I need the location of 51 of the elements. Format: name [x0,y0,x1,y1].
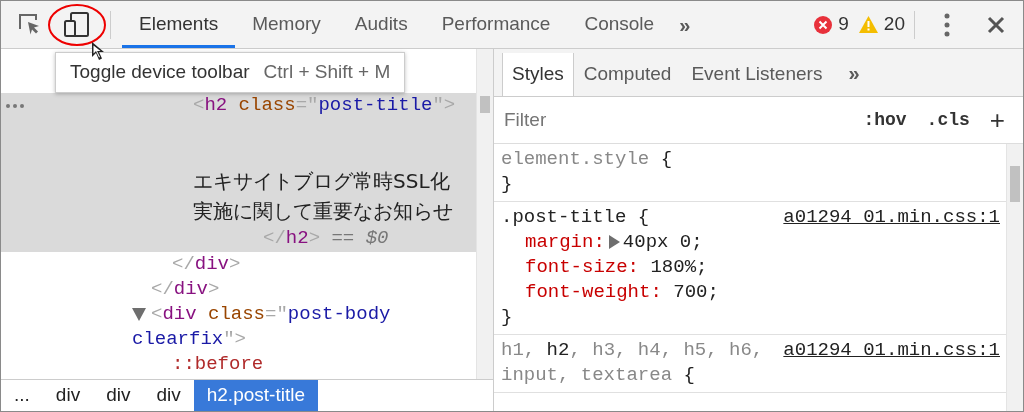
sidebar-tab[interactable]: Computed [573,53,682,96]
panel-tab[interactable]: Memory [235,1,338,48]
device-icon[interactable] [63,10,91,39]
source-link[interactable]: a01294_01.min.css:1 [783,205,1000,230]
breadcrumb-item[interactable]: div [42,380,94,411]
warning-icon [858,16,878,33]
hover-state-button[interactable]: :hov [853,106,917,134]
panel-tab[interactable]: Elements [122,1,236,48]
class-toggle-button[interactable]: .cls [916,106,980,134]
more-tabs-button[interactable]: » [840,49,868,96]
close-icon[interactable] [987,15,1005,34]
rule-selector: .post-title { [501,205,651,230]
more-tabs-button[interactable]: » [671,9,699,40]
style-declaration[interactable]: margin: 40px 0; [501,230,1000,255]
highlight-circle-icon [47,3,107,47]
close-tag-line[interactable]: </div> [1,252,476,277]
filter-field[interactable]: Filter [502,104,854,136]
rule-close-brace: } [501,172,514,197]
new-rule-button[interactable]: + [979,100,1015,140]
source-link[interactable]: a01294_01.min.css:1 [783,338,1000,388]
style-declaration[interactable]: font-size: 180%; [501,255,1000,280]
breadcrumb-item[interactable]: h2.post-title [193,380,318,411]
rule-close-brace: } [501,305,514,330]
expand-triangle-icon[interactable] [607,235,620,249]
scrollbar[interactable] [476,49,493,379]
rule-selector: element.style { [501,147,674,172]
rule-selector: h1, h2, h3, h4, h5, h6, input, textarea { [501,338,765,388]
close-tag-line[interactable]: </h2> == $0 [1,226,476,251]
breadcrumb-item[interactable]: ... [1,380,43,411]
open-tag-line[interactable]: <div class="post-body clearfix"> [1,302,476,352]
panel-tab[interactable]: Console [567,1,672,48]
breadcrumb-item[interactable]: div [93,380,144,411]
tooltip-label: Toggle device toolbar [70,60,250,85]
expanded-triangle-icon[interactable] [132,307,146,321]
breadcrumb-item[interactable]: div [143,380,194,411]
error-icon [814,15,833,34]
text-node[interactable]: エキサイトブログ常時SSL化実施に関して重要なお知らせ [193,166,455,226]
style-declaration[interactable]: font-weight: 700; [501,280,1000,305]
sidebar-tab[interactable]: Styles [502,53,574,96]
scrollbar[interactable] [1006,144,1023,411]
more-options-icon[interactable] [943,12,951,37]
warning-count: 20 [883,12,905,37]
open-tag-line[interactable]: <h2 class="post-title"> [1,93,476,118]
more-icon[interactable] [6,104,24,108]
panel-tab[interactable]: Performance [424,1,568,48]
close-tag-line[interactable]: </div> [1,277,476,302]
pseudo-element-line[interactable]: ::before [1,352,476,377]
shortcut-text: Ctrl + Shift + M [263,60,391,85]
panel-tab[interactable]: Audits [337,1,425,48]
sidebar-tab[interactable]: Event Listeners [681,53,833,96]
error-count: 9 [838,12,849,37]
